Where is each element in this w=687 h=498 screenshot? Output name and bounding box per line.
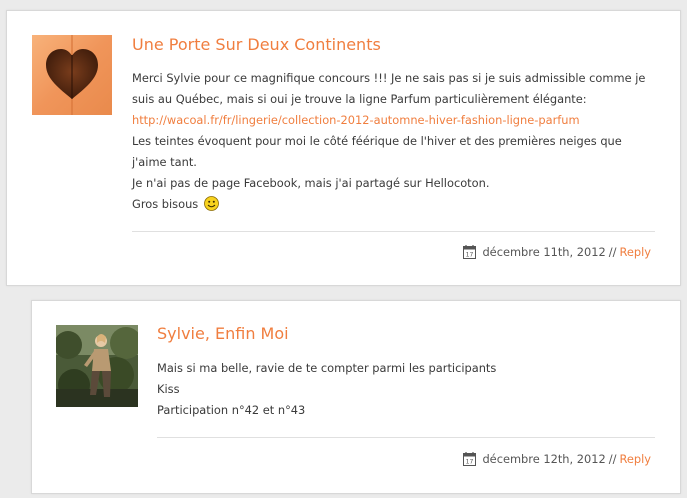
comment-paragraph: Mais si ma belle, ravie de te compter pa…	[157, 361, 497, 375]
svg-text:17: 17	[466, 252, 474, 259]
svg-text:17: 17	[466, 459, 474, 466]
heart-door-avatar[interactable]	[32, 35, 112, 115]
comment-card-reply: Sylvie, Enfin Moi Mais si ma belle, ravi…	[31, 300, 681, 494]
comment-author-link[interactable]: Une Porte Sur Deux Continents	[132, 35, 381, 54]
comment-divider	[132, 231, 655, 232]
comment-body: Merci Sylvie pour ce magnifique concours…	[132, 68, 652, 215]
meta-separator: //	[608, 452, 617, 466]
comment-paragraph: Les teintes évoquent pour moi le côté fé…	[132, 134, 622, 169]
comment-date: décembre 12th, 2012	[482, 452, 606, 466]
reply-link[interactable]: Reply	[619, 452, 651, 466]
comment-external-link[interactable]: http://wacoal.fr/fr/lingerie/collection-…	[132, 113, 580, 127]
meta-separator: //	[608, 245, 617, 259]
comment-divider	[157, 437, 655, 438]
comment-paragraph: Gros bisous	[132, 197, 199, 211]
calendar-icon: 17	[463, 245, 477, 259]
comment-paragraph: Participation n°42 et n°43	[157, 403, 306, 417]
comment-author-link[interactable]: Sylvie, Enfin Moi	[157, 324, 289, 343]
calendar-icon: 17	[463, 452, 477, 466]
photo-avatar[interactable]	[56, 325, 138, 407]
comment-paragraph: Merci Sylvie pour ce magnifique concours…	[132, 71, 646, 106]
comment-meta: 17 décembre 12th, 2012 // Reply	[463, 452, 651, 466]
smiley-icon	[203, 196, 219, 211]
comment-meta: 17 décembre 11th, 2012 // Reply	[463, 245, 651, 259]
comment-paragraph: Je n'ai pas de page Facebook, mais j'ai …	[132, 176, 490, 190]
comment-date: décembre 11th, 2012	[482, 245, 606, 259]
comment-card: Une Porte Sur Deux Continents Merci Sylv…	[6, 10, 681, 286]
reply-link[interactable]: Reply	[619, 245, 651, 259]
comment-body: Mais si ma belle, ravie de te compter pa…	[157, 358, 657, 421]
comment-paragraph: Kiss	[157, 382, 180, 396]
